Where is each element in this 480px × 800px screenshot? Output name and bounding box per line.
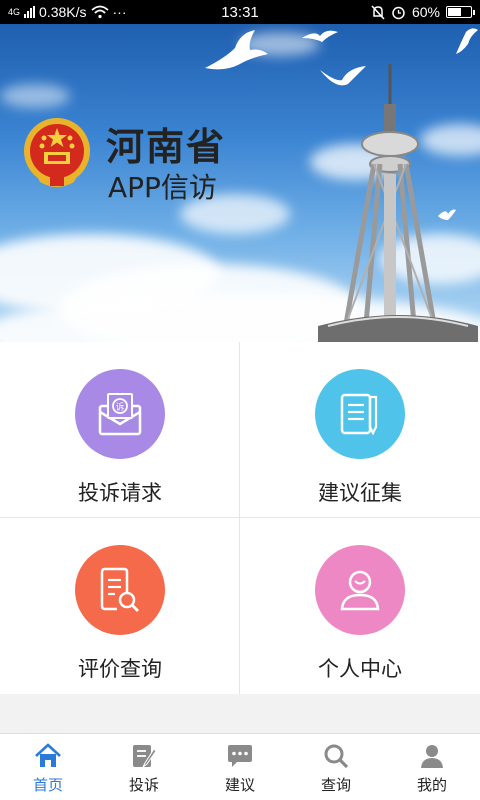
function-grid: 诉 投诉请求 建议征集 评价查询 个人中心 <box>0 342 480 694</box>
signal-icon <box>24 6 36 18</box>
dove-icon <box>302 30 338 42</box>
tab-query-label: 查询 <box>320 776 351 794</box>
tab-suggestion[interactable]: 建议 <box>192 734 288 800</box>
evaluation-search-icon <box>75 545 165 635</box>
more-indicator: ··· <box>112 4 127 20</box>
search-icon <box>324 744 349 769</box>
mute-bell-icon <box>371 4 385 20</box>
suggestion-collection-label: 建议征集 <box>318 481 402 505</box>
tab-mine-label: 我的 <box>416 776 447 794</box>
dove-icon <box>205 30 268 70</box>
hero-subtitle: APP信访 <box>108 171 217 204</box>
home-icon <box>35 743 61 767</box>
tab-home-label: 首页 <box>32 776 63 794</box>
tab-suggestion-label: 建议 <box>224 776 255 794</box>
personal-center-tile[interactable]: 个人中心 <box>240 518 480 694</box>
person-icon <box>421 745 443 768</box>
complaint-envelope-icon: 诉 <box>75 369 165 459</box>
personal-center-label: 个人中心 <box>318 657 402 681</box>
status-bar: 4G 0.38K/s ··· 13:31 60% <box>0 0 480 24</box>
battery-percent: 60% <box>411 4 440 20</box>
bottom-tab-bar: 首页 投诉 建议 查询 我的 <box>0 733 480 800</box>
battery-icon <box>446 6 475 18</box>
tab-query[interactable]: 查询 <box>288 734 384 800</box>
status-time: 13:31 <box>221 3 259 21</box>
network-label: 4G <box>8 7 21 17</box>
alarm-icon <box>392 6 405 19</box>
hero-title: 河南省 <box>106 125 227 169</box>
tab-complaint[interactable]: 投诉 <box>96 734 192 800</box>
suggestion-collection-tile[interactable]: 建议征集 <box>240 342 480 518</box>
tab-complaint-label: 投诉 <box>128 776 159 794</box>
network-speed: 0.38K/s <box>39 4 87 20</box>
chat-bubble-icon <box>228 745 252 767</box>
tab-home[interactable]: 首页 <box>0 734 96 800</box>
evaluation-query-tile[interactable]: 评价查询 <box>0 518 240 694</box>
evaluation-query-label: 评价查询 <box>78 657 162 681</box>
national-emblem-icon <box>24 118 90 187</box>
hero-banner: 河南省 APP信访 <box>0 24 480 342</box>
svg-text:诉: 诉 <box>115 401 124 413</box>
complaint-edit-icon <box>133 745 157 768</box>
complaint-request-label: 投诉请求 <box>78 481 162 505</box>
complaint-request-tile[interactable]: 诉 投诉请求 <box>0 342 240 518</box>
wifi-icon <box>90 5 109 19</box>
tv-tower-illustration <box>318 64 478 342</box>
user-profile-icon <box>315 545 405 635</box>
tab-mine[interactable]: 我的 <box>384 734 480 800</box>
dove-icon <box>456 28 478 54</box>
suggestion-document-icon <box>315 369 405 459</box>
